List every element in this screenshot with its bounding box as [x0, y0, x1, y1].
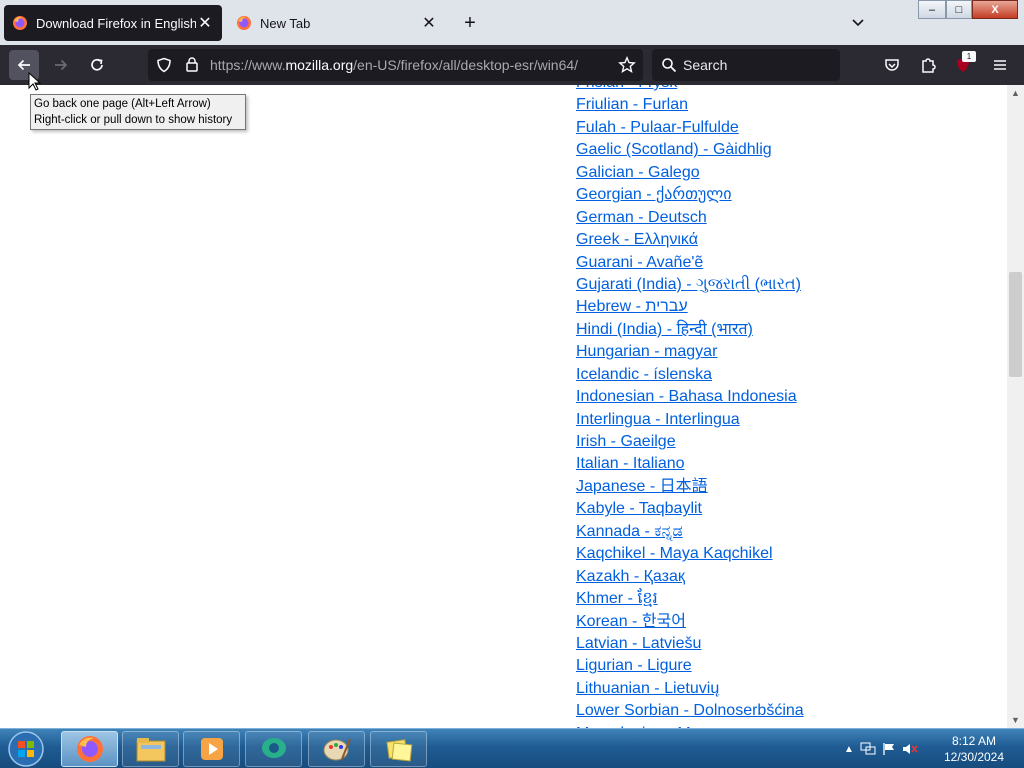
action-center-flag-icon[interactable] — [882, 742, 896, 756]
search-bar[interactable]: Search — [652, 49, 840, 81]
language-link[interactable]: Kaqchikel - Maya Kaqchikel — [576, 543, 804, 565]
navigation-toolbar: https://www.mozilla.org/en-US/firefox/al… — [0, 45, 1024, 85]
language-link[interactable]: Gaelic (Scotland) - Gàidhlig — [576, 139, 804, 161]
start-button[interactable] — [6, 730, 46, 768]
sticky-notes-icon — [385, 739, 412, 762]
back-button-tooltip: Go back one page (Alt+Left Arrow) Right-… — [30, 94, 246, 130]
language-link[interactable]: Georgian - ქართული — [576, 184, 804, 206]
show-hidden-icons-button[interactable]: ▲ — [844, 744, 854, 755]
language-link[interactable]: Icelandic - íslenska — [576, 364, 804, 386]
volume-muted-icon[interactable] — [902, 742, 918, 756]
scrollbar-thumb[interactable] — [1009, 272, 1022, 377]
language-link[interactable]: Hebrew - עברית — [576, 296, 804, 318]
taskbar-paint[interactable] — [308, 731, 365, 767]
new-tab-button[interactable]: + — [458, 11, 482, 35]
language-link[interactable]: Hindi (India) - हिन्दी (भारत) — [576, 319, 804, 341]
language-link[interactable]: Ligurian - Ligure — [576, 655, 804, 677]
language-link[interactable]: Guarani - Avañe'ẽ — [576, 252, 804, 274]
maximize-button[interactable]: □ — [946, 0, 972, 19]
tooltip-line-2: Right-click or pull down to show history — [34, 114, 233, 126]
firefox-icon — [13, 16, 27, 30]
list-all-tabs-button[interactable] — [848, 12, 868, 32]
chat-app-icon — [261, 738, 286, 758]
shield-icon[interactable] — [156, 57, 172, 73]
paint-palette-icon — [323, 738, 351, 761]
language-link[interactable]: Greek - Ελληνικά — [576, 229, 804, 251]
language-link[interactable]: Japanese - 日本語 — [576, 476, 804, 498]
language-link[interactable]: Italian - Italiano — [576, 453, 804, 475]
language-link[interactable]: Galician - Galego — [576, 162, 804, 184]
mouse-cursor-icon — [28, 72, 42, 91]
address-bar[interactable]: https://www.mozilla.org/en-US/firefox/al… — [148, 49, 643, 81]
language-link[interactable]: Kazakh - Қазақ — [576, 566, 804, 588]
language-link[interactable]: German - Deutsch — [576, 207, 804, 229]
bookmark-star-icon[interactable] — [618, 56, 636, 74]
network-icon[interactable] — [860, 742, 876, 756]
language-link[interactable]: Kannada - ಕನ್ನಡ — [576, 521, 804, 543]
language-link[interactable]: Latvian - Latviešu — [576, 633, 804, 655]
language-link[interactable]: Lithuanian - Lietuvių — [576, 678, 804, 700]
language-link[interactable]: Frisian - Frysk — [576, 85, 804, 94]
vertical-scrollbar[interactable] — [1007, 85, 1024, 728]
scroll-up-arrow-icon[interactable]: ▲ — [1007, 86, 1024, 100]
language-link[interactable]: Kabyle - Taqbaylit — [576, 498, 804, 520]
language-link[interactable]: Gujarati (India) - ગુજરાતી (ભારત) — [576, 274, 804, 296]
windows-logo-icon — [8, 731, 44, 767]
firefox-icon — [237, 16, 251, 30]
taskbar-firefox[interactable] — [61, 731, 118, 767]
language-list: Frisian - FryskFriulian - FurlanFulah - … — [576, 85, 804, 728]
language-link[interactable]: Friulian - Furlan — [576, 94, 804, 116]
tab-new-tab[interactable]: New Tab ✕ — [228, 5, 446, 41]
tab-title: New Tab — [260, 15, 311, 31]
reload-icon — [91, 58, 103, 71]
tab-strip: Download Firefox in English (US) ✕ New T… — [0, 0, 1024, 45]
media-player-icon — [200, 738, 223, 760]
taskbar-app[interactable] — [245, 731, 302, 767]
arrow-right-icon — [55, 59, 68, 71]
clock-time: 8:12 AM — [951, 734, 997, 748]
firefox-icon — [76, 736, 103, 762]
tab-title: Download Firefox in English (US) — [36, 15, 196, 31]
close-tab-icon[interactable]: ✕ — [420, 14, 438, 32]
reload-button[interactable] — [82, 50, 112, 80]
app-menu-button[interactable] — [985, 50, 1015, 80]
language-link[interactable]: Hungarian - magyar — [576, 341, 804, 363]
language-link[interactable]: Khmer - ខ្មែរ — [576, 588, 804, 610]
search-placeholder: Search — [683, 57, 728, 73]
pocket-button[interactable] — [877, 50, 907, 80]
language-link[interactable]: Korean - 한국어 — [576, 611, 804, 633]
extension-badge: 1 — [962, 51, 976, 62]
url-text[interactable]: https://www.mozilla.org/en-US/firefox/al… — [210, 57, 578, 73]
tab-download-firefox[interactable]: Download Firefox in English (US) ✕ — [4, 5, 222, 41]
system-clock[interactable]: 8:12 AM 12/30/2024 — [930, 733, 1018, 765]
page-content: Frisian - FryskFriulian - FurlanFulah - … — [0, 85, 1007, 728]
scroll-down-arrow-icon[interactable]: ▼ — [1007, 713, 1024, 727]
close-tab-icon[interactable]: ✕ — [196, 14, 214, 32]
forward-button[interactable] — [46, 50, 76, 80]
language-link[interactable]: Fulah - Pulaar-Fulfulde — [576, 117, 804, 139]
hamburger-menu-icon — [994, 60, 1006, 70]
clock-date: 12/30/2024 — [943, 750, 1005, 764]
language-link[interactable]: Lower Sorbian - Dolnoserbšćina — [576, 700, 804, 722]
language-link[interactable]: Indonesian - Bahasa Indonesia — [576, 386, 804, 408]
taskbar-file-explorer[interactable] — [122, 731, 179, 767]
language-link[interactable]: Interlingua - Interlingua — [576, 409, 804, 431]
folder-icon — [136, 738, 165, 762]
tooltip-line-1: Go back one page (Alt+Left Arrow) — [34, 98, 211, 110]
language-link[interactable]: Irish - Gaeilge — [576, 431, 804, 453]
close-window-button[interactable]: X — [972, 0, 1018, 19]
extensions-button[interactable] — [913, 50, 943, 80]
taskbar-media-player[interactable] — [183, 731, 240, 767]
minimize-button[interactable]: – — [918, 0, 946, 19]
chevron-down-icon — [852, 19, 864, 27]
taskbar-sticky-notes[interactable] — [370, 731, 427, 767]
system-tray: ▲ — [844, 737, 918, 761]
puzzle-icon — [922, 58, 936, 73]
pocket-icon — [885, 59, 899, 71]
windows-taskbar: ▲ 8:12 AM 12/30/2024 — [0, 728, 1024, 768]
lock-icon[interactable] — [184, 56, 200, 73]
search-icon — [662, 58, 677, 73]
